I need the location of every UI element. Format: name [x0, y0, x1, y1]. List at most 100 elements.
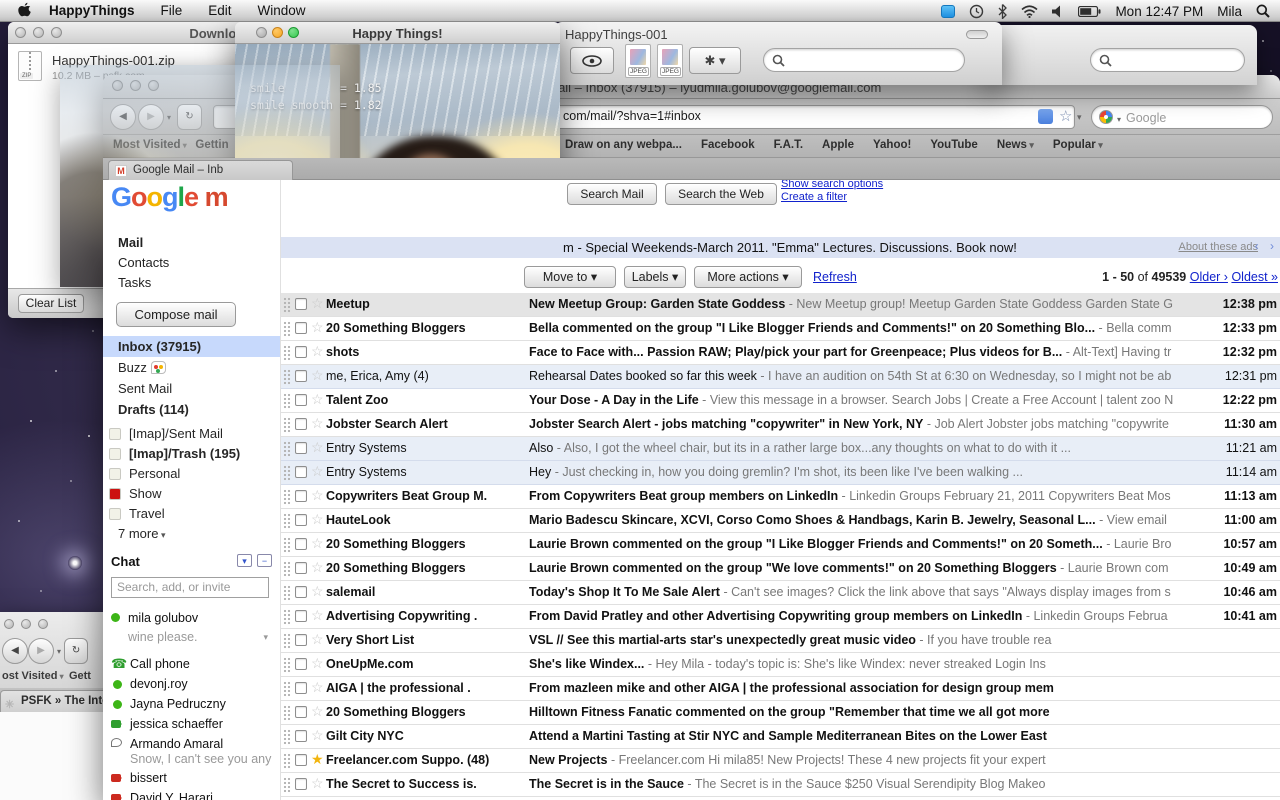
select-checkbox[interactable] — [295, 442, 307, 454]
label-color-box[interactable] — [109, 428, 121, 440]
url-dropdown-caret-icon[interactable]: ▾ — [1077, 112, 1082, 123]
wifi-icon[interactable] — [1021, 5, 1038, 18]
bookmark-item[interactable]: Apple — [822, 139, 854, 151]
chat-search-input[interactable]: Search, add, or invite — [111, 577, 269, 598]
time-machine-icon[interactable] — [969, 4, 984, 19]
select-checkbox[interactable] — [295, 490, 307, 502]
bookmarks-most-visited[interactable]: Most Visited — [113, 139, 181, 151]
jpeg-file-icon[interactable]: JPEG — [625, 44, 651, 78]
folder-item[interactable]: Buzz — [103, 357, 280, 378]
compose-mail-button[interactable]: Compose mail — [116, 302, 236, 327]
battery-icon[interactable] — [1078, 6, 1101, 17]
star-icon[interactable] — [311, 319, 324, 336]
active-app-menu[interactable]: HappyThings — [49, 3, 135, 18]
menu-item[interactable]: File — [161, 3, 183, 18]
star-icon[interactable] — [311, 439, 324, 456]
search-field[interactable] — [1090, 48, 1245, 72]
label-color-box[interactable] — [109, 468, 121, 480]
star-icon[interactable] — [311, 559, 324, 576]
star-icon[interactable] — [311, 463, 324, 480]
label-item[interactable]: [Imap]/Sent Mail — [103, 424, 280, 444]
drag-handle-icon[interactable] — [283, 465, 291, 481]
label-item[interactable]: Travel — [103, 504, 280, 524]
label-item[interactable]: Personal — [103, 464, 280, 484]
drag-handle-icon[interactable] — [283, 489, 291, 505]
email-row[interactable]: Freelancer.com Suppo. (48) New ProjectsF… — [281, 749, 1280, 773]
forward-button[interactable]: ▶ — [138, 104, 164, 130]
menu-item[interactable]: Window — [258, 3, 306, 18]
drag-handle-icon[interactable] — [283, 729, 291, 745]
email-row[interactable]: Entry Systems AlsoAlso, I got the wheel … — [281, 437, 1280, 461]
toolbar-toggle-capsule[interactable] — [966, 30, 988, 39]
drag-handle-icon[interactable] — [283, 513, 291, 529]
star-icon[interactable] — [311, 727, 324, 744]
star-icon[interactable] — [311, 367, 324, 384]
oldest-link[interactable]: Oldest » — [1231, 270, 1278, 284]
chat-contact[interactable]: Armando Amaral Snow, I can't see you any — [111, 734, 278, 768]
email-row[interactable]: 20 Something Bloggers Hilltown Fitness F… — [281, 701, 1280, 725]
select-checkbox[interactable] — [295, 754, 307, 766]
label-item[interactable]: [Imap]/Trash (195) — [103, 444, 280, 464]
older-link[interactable]: Older › — [1190, 270, 1228, 284]
bookmark-item[interactable]: Facebook — [701, 139, 755, 151]
url-text[interactable]: com/mail/?shva=1#inbox — [563, 109, 701, 123]
chat-contact[interactable]: Jayna Pedruczny — [111, 694, 278, 714]
star-icon[interactable] — [311, 607, 324, 624]
bookmark-item[interactable]: Draw on any webpa... — [565, 139, 682, 151]
star-icon[interactable] — [311, 535, 324, 552]
select-checkbox[interactable] — [295, 322, 307, 334]
star-icon[interactable] — [311, 295, 324, 312]
star-icon[interactable] — [311, 679, 324, 696]
tab-google-mail[interactable]: M Google Mail – Inb — [108, 160, 293, 180]
email-row[interactable]: Advertising Copywriting . From David Pra… — [281, 605, 1280, 629]
email-row[interactable]: The Secret to Success is. The Secret is … — [281, 773, 1280, 797]
finder-search-field[interactable] — [763, 48, 965, 72]
spotlight-icon[interactable] — [1256, 4, 1270, 18]
bookmark-star-icon[interactable]: ☆ — [1059, 107, 1072, 125]
email-row[interactable]: me, Erica, Amy (4) Rehearsal Dates booke… — [281, 365, 1280, 389]
star-icon[interactable] — [311, 703, 324, 720]
search-mail-button[interactable]: Search Mail — [567, 183, 657, 205]
email-row[interactable]: Entry Systems HeyJust checking in, how y… — [281, 461, 1280, 485]
select-checkbox[interactable] — [295, 298, 307, 310]
star-icon[interactable] — [311, 487, 324, 504]
select-checkbox[interactable] — [295, 778, 307, 790]
email-row[interactable]: salemail Today's Shop It To Me Sale Aler… — [281, 581, 1280, 605]
chat-contact[interactable]: ☎ Call phone — [111, 654, 278, 674]
menu-bar-clock[interactable]: Mon 12:47 PM — [1115, 4, 1203, 19]
select-checkbox[interactable] — [295, 586, 307, 598]
email-row[interactable]: shots Face to Face with... Passion RAW; … — [281, 341, 1280, 365]
web-search-field[interactable]: ▾ Google — [1091, 105, 1273, 129]
nav-history-caret-icon[interactable]: ▾ — [167, 113, 171, 122]
select-checkbox[interactable] — [295, 562, 307, 574]
star-icon[interactable] — [311, 343, 324, 360]
drag-handle-icon[interactable] — [283, 393, 291, 409]
star-icon[interactable] — [311, 655, 324, 672]
bookmarks-most-visited[interactable]: ost Visited — [2, 670, 57, 682]
clear-list-button[interactable]: Clear List — [18, 294, 84, 313]
quick-look-button[interactable] — [570, 47, 614, 74]
user-menu[interactable]: Mila — [1217, 4, 1242, 19]
gmail-nav-link[interactable]: Contacts — [118, 253, 169, 273]
happy-things-titlebar[interactable]: Happy Things! — [235, 22, 560, 44]
star-icon[interactable] — [311, 751, 324, 768]
drag-handle-icon[interactable] — [283, 537, 291, 553]
google-search-engine-icon[interactable] — [1099, 110, 1113, 124]
search-engine-caret-icon[interactable]: ▾ — [1117, 115, 1121, 124]
chat-contact[interactable]: jessica schaeffer — [111, 714, 278, 734]
email-row[interactable]: HauteLook Mario Badescu Skincare, XCVI, … — [281, 509, 1280, 533]
labels-button[interactable]: Labels ▾ — [624, 266, 686, 288]
apple-menu[interactable] — [18, 2, 31, 20]
back-button[interactable]: ◀ — [2, 638, 28, 664]
zoom-button[interactable] — [38, 619, 48, 629]
bookmark-item[interactable]: F.A.T. — [774, 139, 803, 151]
select-checkbox[interactable] — [295, 682, 307, 694]
label-color-box[interactable] — [109, 508, 121, 520]
chat-minimize-icon[interactable]: − — [257, 554, 272, 567]
window-controls[interactable] — [4, 616, 55, 634]
action-gear-button[interactable]: ✱ ▾ — [689, 47, 741, 74]
drag-handle-icon[interactable] — [283, 321, 291, 337]
select-checkbox[interactable] — [295, 658, 307, 670]
drag-handle-icon[interactable] — [283, 753, 291, 769]
gmail-nav-link[interactable]: Mail — [118, 233, 169, 253]
